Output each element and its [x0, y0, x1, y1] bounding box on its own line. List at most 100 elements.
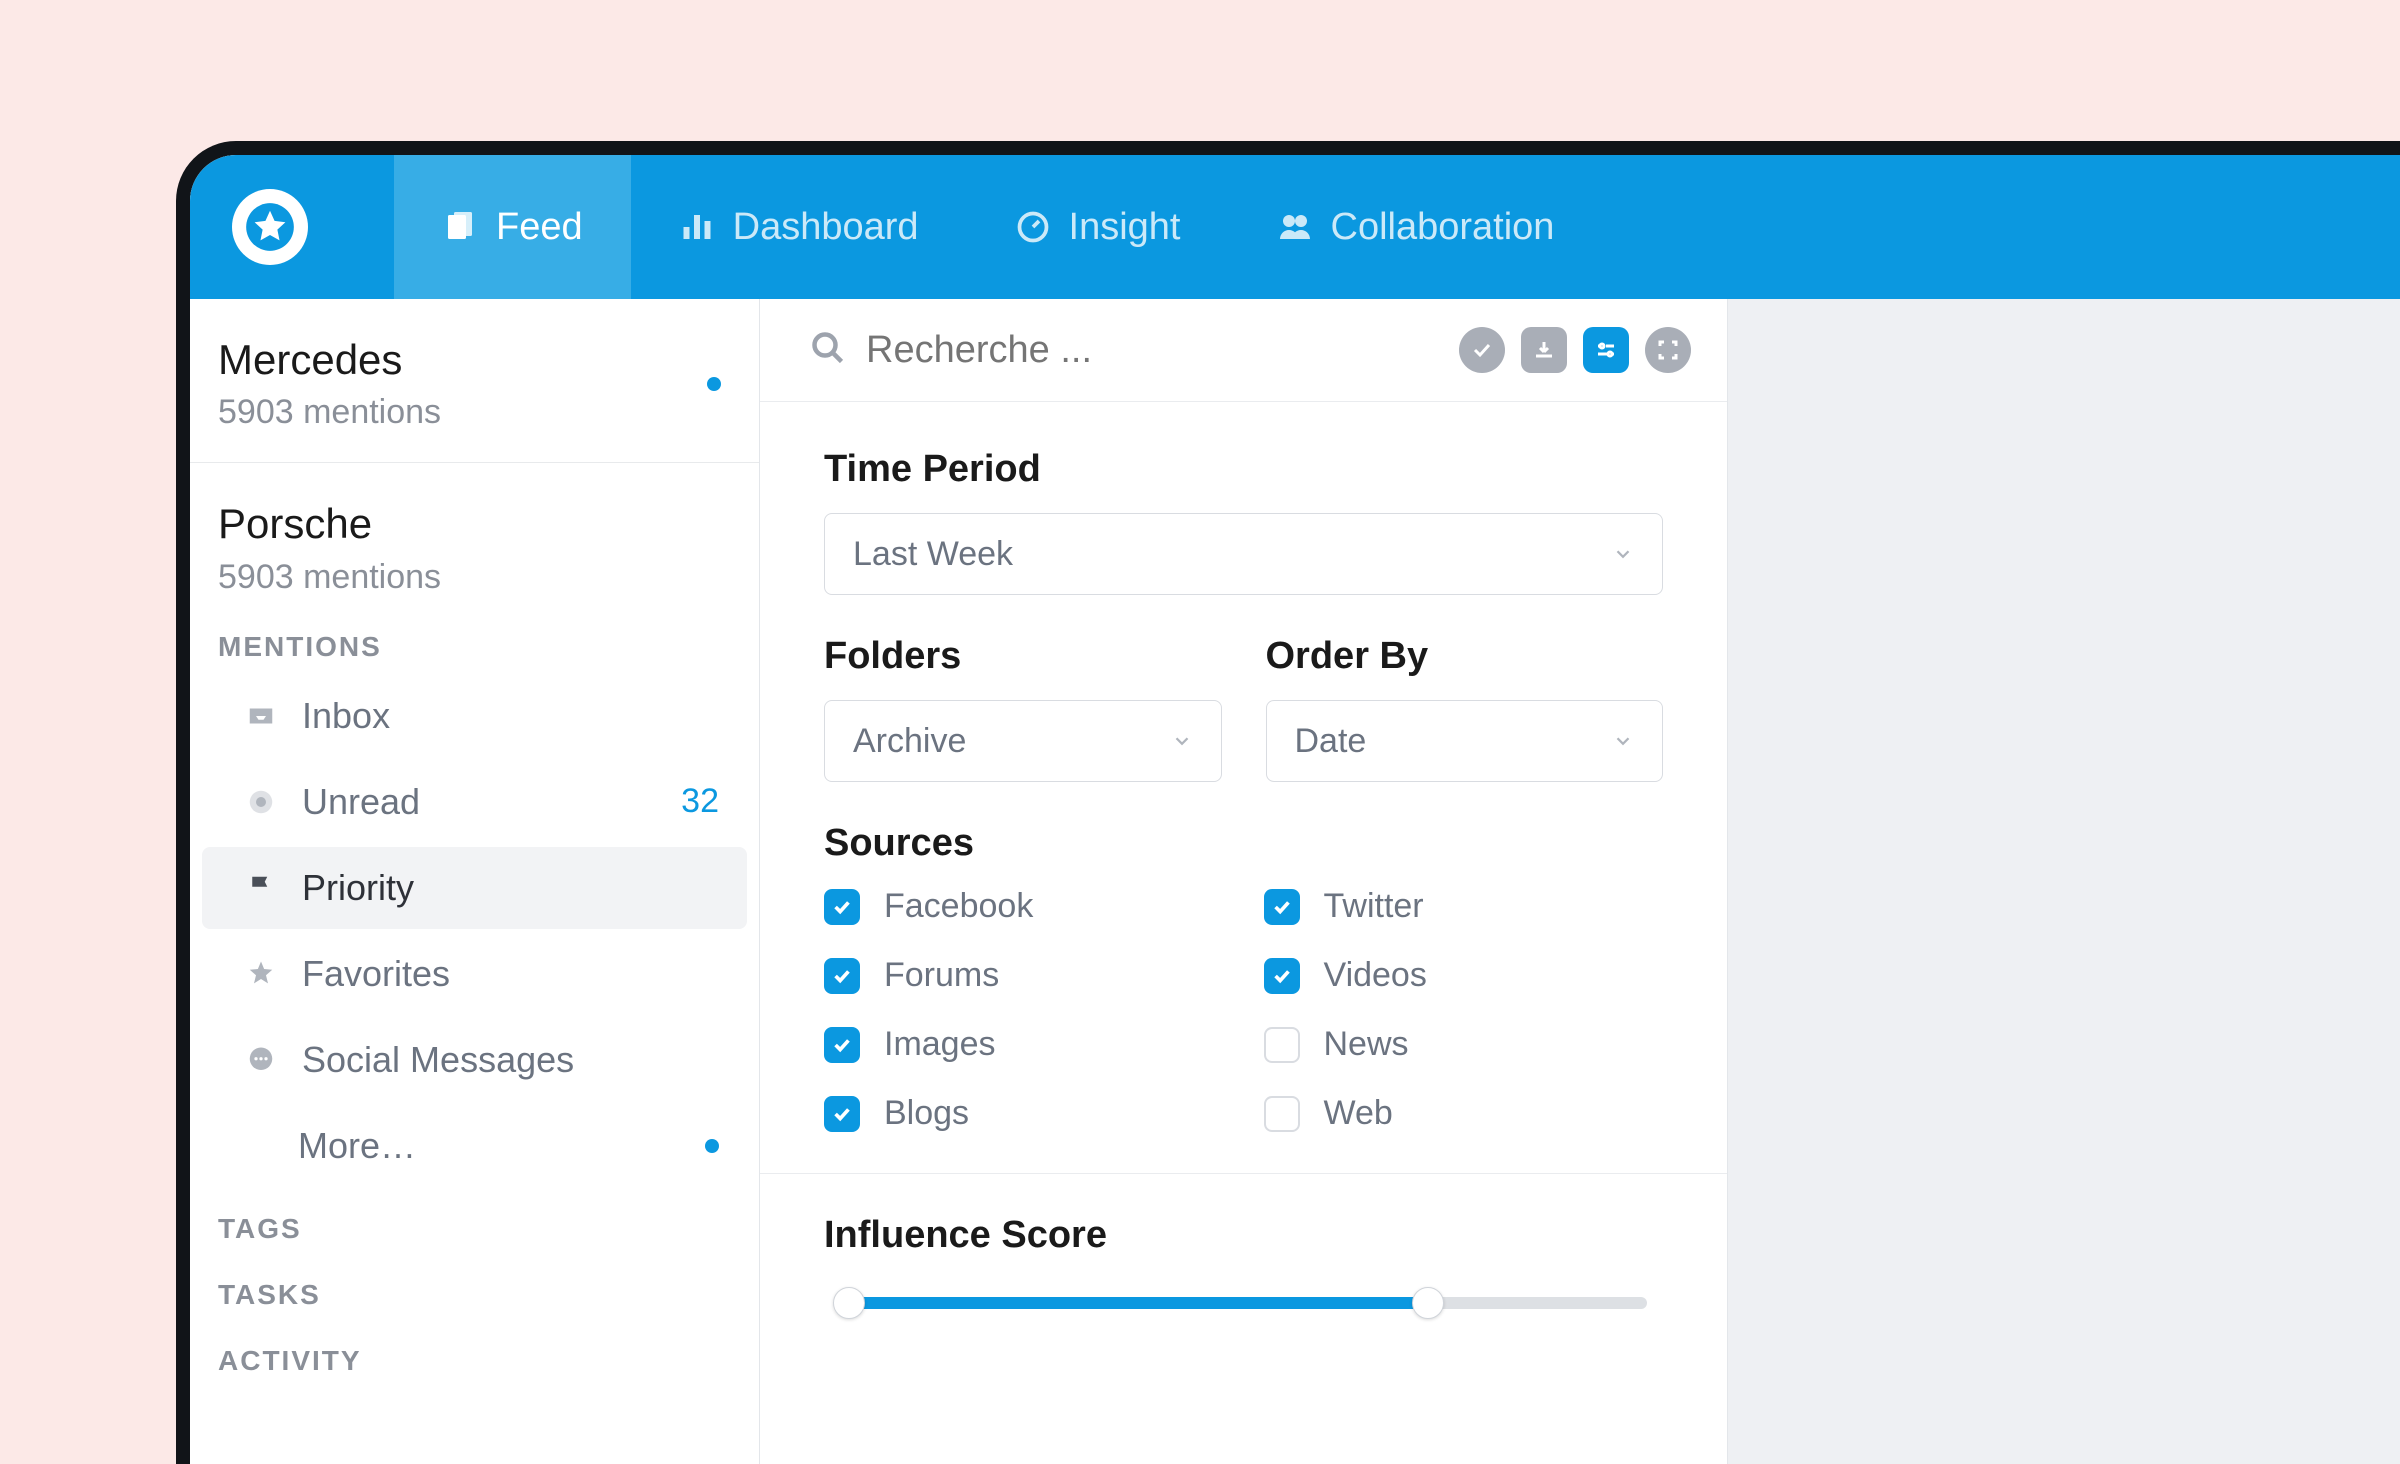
alert-title: Mercedes	[218, 335, 731, 385]
eye-icon	[244, 787, 278, 817]
slider-thumb-min[interactable]	[833, 1287, 865, 1319]
approve-button[interactable]	[1459, 327, 1505, 373]
nav-tabs: Feed Dashboard Insight Collaboration	[394, 155, 1602, 299]
menu-inbox[interactable]: Inbox	[202, 675, 747, 757]
alert-item-porsche[interactable]: Porsche 5903 mentions	[190, 463, 759, 606]
menu-social-label: Social Messages	[302, 1039, 574, 1081]
bar-chart-icon	[679, 209, 715, 245]
notification-dot	[705, 1139, 719, 1153]
tab-insight[interactable]: Insight	[967, 155, 1229, 299]
top-nav: Feed Dashboard Insight Collaboration	[190, 155, 2400, 299]
flag-icon	[244, 873, 278, 903]
feed-icon	[442, 209, 478, 245]
menu-unread-label: Unread	[302, 781, 420, 823]
section-mentions-header: MENTIONS	[190, 607, 759, 673]
menu-more-label: More…	[298, 1125, 416, 1167]
inbox-icon	[244, 701, 278, 731]
select-value: Last Week	[853, 535, 1013, 574]
device-frame: Feed Dashboard Insight Collaboration	[176, 141, 2400, 1464]
filters-column: Time Period Last Week Folders Archive	[760, 299, 1728, 1464]
select-value: Archive	[853, 722, 966, 761]
source-checkbox-twitter[interactable]: Twitter	[1264, 887, 1664, 926]
menu-more[interactable]: More…	[202, 1105, 747, 1187]
search-icon	[810, 330, 846, 371]
app-body: Mercedes 5903 mentions Porsche 5903 ment…	[190, 299, 2400, 1464]
section-tags-header[interactable]: TAGS	[190, 1189, 759, 1255]
checkbox-label: News	[1324, 1025, 1409, 1064]
time-period-select[interactable]: Last Week	[824, 513, 1663, 595]
tab-collaboration-label: Collaboration	[1331, 206, 1555, 249]
menu-social-messages[interactable]: Social Messages	[202, 1019, 747, 1101]
content-placeholder	[1728, 299, 2400, 1464]
menu-unread[interactable]: Unread 32	[202, 761, 747, 843]
tab-feed[interactable]: Feed	[394, 155, 631, 299]
tab-collaboration[interactable]: Collaboration	[1229, 155, 1603, 299]
star-icon	[244, 959, 278, 989]
source-checkbox-videos[interactable]: Videos	[1264, 956, 1664, 995]
filter-influence-score: Influence Score	[824, 1214, 1663, 1321]
tab-dashboard[interactable]: Dashboard	[631, 155, 967, 299]
checkbox	[824, 958, 860, 994]
alert-item-mercedes[interactable]: Mercedes 5903 mentions	[190, 299, 759, 463]
checkbox-label: Twitter	[1324, 887, 1424, 926]
checkbox	[824, 889, 860, 925]
filter-label: Sources	[824, 822, 1663, 865]
slider-thumb-max[interactable]	[1412, 1287, 1444, 1319]
expand-button[interactable]	[1645, 327, 1691, 373]
checkbox	[1264, 1027, 1300, 1063]
app-logo[interactable]	[232, 189, 308, 265]
influence-slider[interactable]	[824, 1281, 1663, 1321]
order-by-select[interactable]: Date	[1266, 700, 1664, 782]
tab-insight-label: Insight	[1069, 206, 1181, 249]
divider	[760, 1173, 1727, 1174]
source-checkbox-forums[interactable]: Forums	[824, 956, 1224, 995]
section-activity-header[interactable]: ACTIVITY	[190, 1321, 759, 1387]
source-checkbox-images[interactable]: Images	[824, 1025, 1224, 1064]
filter-label: Order By	[1266, 635, 1664, 678]
alert-subtitle: 5903 mentions	[218, 393, 731, 432]
checkbox-label: Images	[884, 1025, 996, 1064]
source-checkbox-news[interactable]: News	[1264, 1025, 1664, 1064]
section-tasks-header[interactable]: TASKS	[190, 1255, 759, 1321]
download-button[interactable]	[1521, 327, 1567, 373]
main-area: Time Period Last Week Folders Archive	[760, 299, 2400, 1464]
menu-favorites[interactable]: Favorites	[202, 933, 747, 1015]
filter-sources: Sources Facebook Twitter Forums Videos Image…	[824, 822, 1663, 1133]
checkbox-label: Forums	[884, 956, 999, 995]
folders-select[interactable]: Archive	[824, 700, 1222, 782]
checkbox	[1264, 1096, 1300, 1132]
menu-priority[interactable]: Priority	[202, 847, 747, 929]
source-checkbox-facebook[interactable]: Facebook	[824, 887, 1224, 926]
checkbox-label: Web	[1324, 1094, 1393, 1133]
alert-subtitle: 5903 mentions	[218, 558, 731, 597]
filter-label: Folders	[824, 635, 1222, 678]
search-input[interactable]	[866, 329, 1439, 372]
alert-title: Porsche	[218, 499, 731, 549]
filter-time-period: Time Period Last Week	[824, 448, 1663, 595]
menu-favorites-label: Favorites	[302, 953, 450, 995]
app-root: Feed Dashboard Insight Collaboration	[190, 155, 2400, 1464]
menu-inbox-label: Inbox	[302, 695, 390, 737]
source-checkbox-web[interactable]: Web	[1264, 1094, 1664, 1133]
menu-priority-label: Priority	[302, 867, 414, 909]
notification-dot	[707, 377, 721, 391]
sources-list: Facebook Twitter Forums Videos Images News Blo…	[824, 887, 1663, 1133]
filter-label: Influence Score	[824, 1214, 1663, 1257]
search-bar	[760, 299, 1727, 402]
toolbar	[1459, 327, 1691, 373]
filter-folders: Folders Archive	[824, 635, 1222, 782]
checkbox-label: Blogs	[884, 1094, 969, 1133]
checkbox	[824, 1096, 860, 1132]
chevron-down-icon	[1612, 722, 1634, 761]
checkbox	[1264, 958, 1300, 994]
filters-body: Time Period Last Week Folders Archive	[760, 402, 1727, 1381]
filters-toggle-button[interactable]	[1583, 327, 1629, 373]
chat-icon	[244, 1045, 278, 1075]
source-checkbox-blogs[interactable]: Blogs	[824, 1094, 1224, 1133]
checkbox	[824, 1027, 860, 1063]
checkbox-label: Facebook	[884, 887, 1033, 926]
filter-order-by: Order By Date	[1266, 635, 1664, 782]
tab-dashboard-label: Dashboard	[733, 206, 919, 249]
sidebar: Mercedes 5903 mentions Porsche 5903 ment…	[190, 299, 760, 1464]
tab-feed-label: Feed	[496, 206, 583, 249]
